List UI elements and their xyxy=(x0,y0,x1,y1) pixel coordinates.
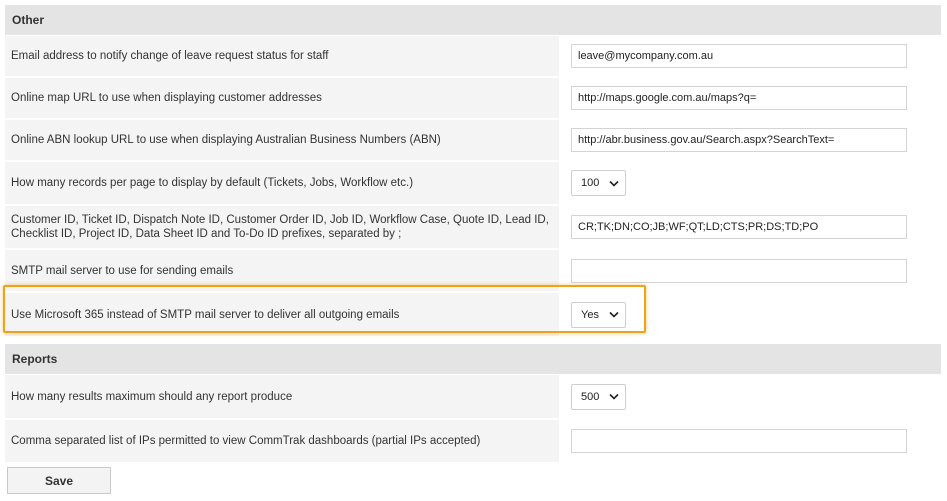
select-value: Yes xyxy=(581,308,599,321)
abn-url-input[interactable]: http://abr.business.gov.au/Search.aspx?S… xyxy=(571,128,907,152)
setting-label: How many results maximum should any repo… xyxy=(11,390,293,403)
id-prefixes-input[interactable]: CR;TK;DN;CO;JB;WF;QT;LD;CTS;PR;DS;TD;PO xyxy=(571,215,907,239)
setting-row-max-report-results: How many results maximum should any repo… xyxy=(5,375,941,420)
setting-row-smtp-server: SMTP mail server to use for sending emai… xyxy=(5,250,941,293)
section-header-reports: Reports xyxy=(5,344,941,375)
chevron-down-icon xyxy=(609,180,619,187)
setting-label: Online map URL to use when displaying cu… xyxy=(11,92,322,104)
smtp-server-input[interactable] xyxy=(571,258,907,283)
leave-email-input[interactable]: leave@mycompany.com.au xyxy=(571,44,907,68)
settings-form: Other Email address to notify change of … xyxy=(5,5,941,464)
records-per-page-select[interactable]: 100 xyxy=(571,170,627,196)
setting-row-map-url: Online map URL to use when displaying cu… xyxy=(5,78,941,120)
setting-row-dashboard-ips: Comma separated list of IPs permitted to… xyxy=(5,420,941,464)
chevron-down-icon xyxy=(609,393,619,400)
setting-row-records-per-page: How many records per page to display by … xyxy=(5,162,941,206)
setting-label: How many records per page to display by … xyxy=(11,177,414,189)
setting-label: Use Microsoft 365 instead of SMTP mail s… xyxy=(11,308,400,321)
section-header-other: Other xyxy=(5,5,941,36)
chevron-down-icon xyxy=(609,311,619,318)
setting-row-leave-email: Email address to notify change of leave … xyxy=(5,36,941,78)
setting-row-id-prefixes: Customer ID, Ticket ID, Dispatch Note ID… xyxy=(5,206,941,250)
setting-label: Customer ID, Ticket ID, Dispatch Note ID… xyxy=(11,214,549,240)
setting-label: SMTP mail server to use for sending emai… xyxy=(11,264,234,277)
setting-row-microsoft-365: Use Microsoft 365 instead of SMTP mail s… xyxy=(5,293,941,338)
save-button[interactable]: Save xyxy=(7,467,111,494)
setting-label: Online ABN lookup URL to use when displa… xyxy=(11,134,441,146)
map-url-input[interactable]: http://maps.google.com.au/maps?q= xyxy=(571,86,907,110)
max-report-results-select[interactable]: 500 xyxy=(571,383,627,410)
setting-label: Comma separated list of IPs permitted to… xyxy=(11,435,481,447)
select-value: 500 xyxy=(581,390,600,403)
setting-label: Email address to notify change of leave … xyxy=(11,50,329,62)
microsoft-365-select[interactable]: Yes xyxy=(571,301,626,328)
dashboard-ips-input[interactable] xyxy=(571,429,907,453)
select-value: 100 xyxy=(581,177,600,189)
setting-row-abn-url: Online ABN lookup URL to use when displa… xyxy=(5,120,941,162)
